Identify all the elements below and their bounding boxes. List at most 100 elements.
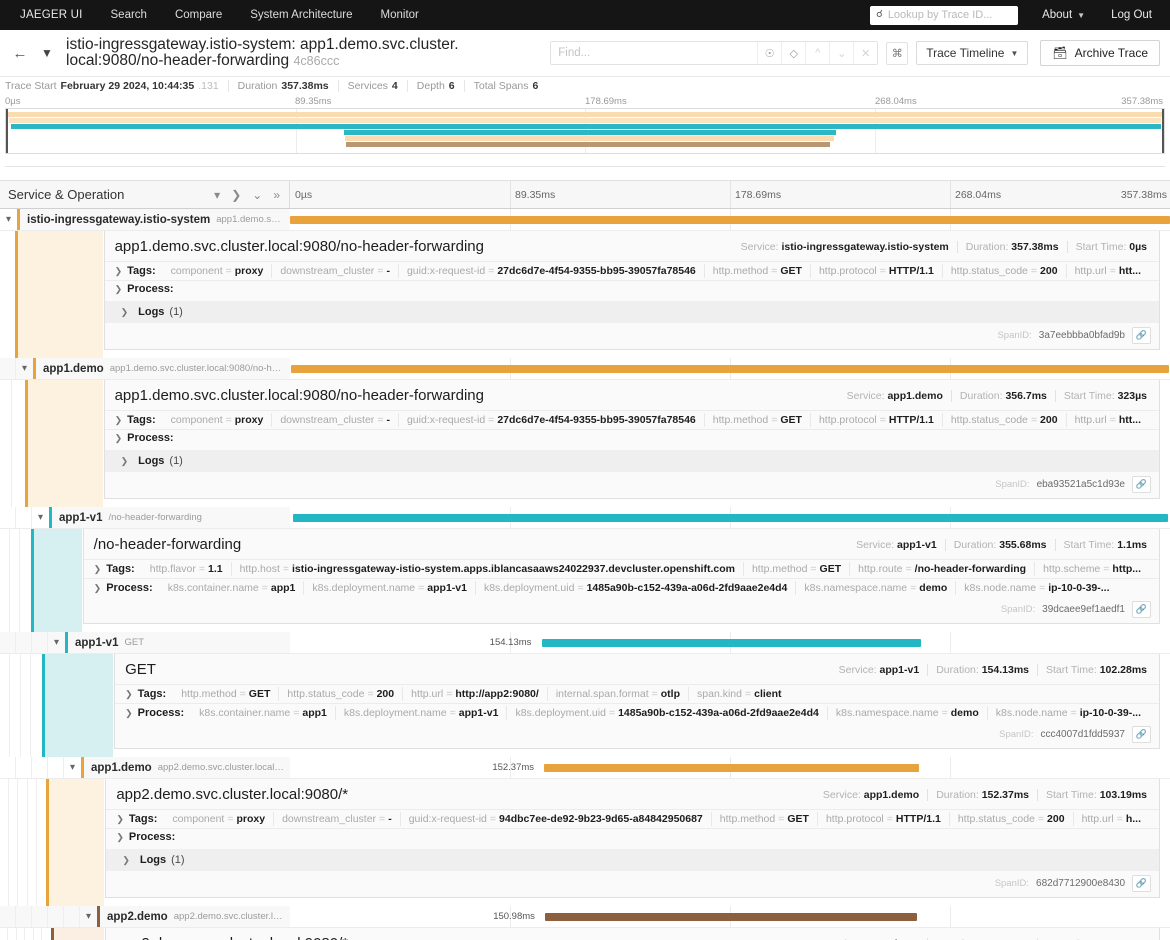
span-name-wrapper[interactable]: app1-v1/no-header-forwarding [49, 507, 290, 528]
span-row-label-cell[interactable]: ▾app1-v1/no-header-forwarding [0, 507, 290, 528]
minimap-drag-handle-right[interactable] [1162, 109, 1164, 153]
keyboard-shortcuts-button[interactable]: ⌘ [886, 42, 908, 65]
span-row-label-cell[interactable]: ▾app1.demoapp2.demo.svc.cluster.local:90… [0, 757, 290, 778]
trace-id-lookup-input[interactable]: ☌ Lookup by Trace ID... [870, 6, 1018, 25]
expand-one-icon[interactable]: ❯ [231, 188, 241, 202]
nav-item-system-architecture[interactable]: System Architecture [236, 9, 366, 21]
collapse-one-icon[interactable]: ▾ [214, 188, 220, 202]
span-bar-cell[interactable]: 154.13ms [290, 632, 1170, 653]
find-input[interactable] [551, 42, 757, 64]
table-row[interactable]: ▾app1.demoapp2.demo.svc.cluster.local:90… [0, 757, 1170, 779]
tags-row[interactable]: ❯Tags:component=proxydownstream_cluster=… [105, 410, 1159, 429]
span-bar[interactable] [544, 764, 919, 772]
expand-section-icon[interactable]: ❯ [115, 433, 123, 444]
span-bar-cell[interactable] [290, 358, 1170, 379]
span-bar-cell[interactable]: 152.37ms [290, 757, 1170, 778]
span-bar[interactable] [545, 913, 916, 921]
process-row[interactable]: ❯Process:k8s.container.name=app1k8s.depl… [84, 578, 1159, 597]
process-row[interactable]: ❯Process:k8s.container.name=app1k8s.depl… [115, 703, 1159, 722]
copy-link-icon[interactable]: 🔗 [1132, 327, 1151, 344]
span-bar-cell[interactable]: 150.98ms [290, 906, 1170, 927]
tag-key: k8s.namespace.name [804, 582, 907, 594]
tags-row[interactable]: ❯Tags:component=proxydownstream_cluster=… [105, 261, 1159, 280]
table-row[interactable]: ▾istio-ingressgateway.istio-systemapp1.d… [0, 209, 1170, 231]
table-row[interactable]: ▾app1-v1GET154.13ms [0, 632, 1170, 654]
chevron-down-icon[interactable]: ▾ [64, 762, 81, 773]
span-bar[interactable] [293, 514, 1169, 522]
minimap-drag-handle-left[interactable] [6, 109, 8, 153]
chevron-down-icon[interactable]: ▾ [0, 214, 17, 225]
chevron-down-icon[interactable]: ▾ [80, 911, 97, 922]
detail-panel-cell: GETService: app1-v1Duration: 154.13msSta… [113, 654, 1170, 757]
expand-all-icon[interactable]: » [273, 188, 280, 202]
expand-logs-icon[interactable]: ❯ [122, 855, 130, 866]
span-name-wrapper[interactable]: app1-v1GET [65, 632, 290, 653]
span-row-label-cell[interactable]: ▾istio-ingressgateway.istio-systemapp1.d… [0, 209, 290, 230]
span-row-label-cell[interactable]: ▾app1-v1GET [0, 632, 290, 653]
help-icon[interactable]: ☉ [757, 42, 781, 65]
span-bar[interactable] [291, 365, 1169, 373]
expand-section-icon[interactable]: ❯ [115, 415, 123, 426]
nav-item-compare[interactable]: Compare [161, 9, 236, 21]
tag-pair: http.url=http://app2:9080/ [403, 687, 548, 701]
table-row[interactable]: ▾app1.demoapp1.demo.svc.cluster.local:90… [0, 358, 1170, 380]
nav-item-search[interactable]: Search [97, 9, 161, 21]
expand-section-icon[interactable]: ❯ [115, 284, 123, 295]
table-row[interactable]: ▾app1-v1/no-header-forwarding [0, 507, 1170, 529]
span-row-label-cell[interactable]: ▾app2.demoapp2.demo.svc.cluster.local:90… [0, 906, 290, 927]
span-bar[interactable] [290, 216, 1170, 224]
expand-section-icon[interactable]: ❯ [125, 689, 133, 700]
expand-section-icon[interactable]: ❯ [116, 814, 124, 825]
expand-section-icon[interactable]: ❯ [115, 266, 123, 277]
next-match-icon[interactable]: ⌄ [829, 42, 853, 65]
chevron-down-icon[interactable]: ▾ [16, 363, 33, 374]
expand-logs-icon[interactable]: ❯ [121, 307, 129, 318]
equals-sign: = [880, 265, 886, 277]
jaeger-logo[interactable]: JAEGER UI [8, 9, 97, 21]
tags-row[interactable]: ❯Tags:http.method=GEThttp.status_code=20… [115, 684, 1159, 703]
copy-link-icon[interactable]: 🔗 [1132, 601, 1151, 618]
span-name-wrapper[interactable]: istio-ingressgateway.istio-systemapp1.de… [17, 209, 290, 230]
tag-key: k8s.container.name [168, 582, 259, 594]
collapse-all-icon[interactable]: ⌄ [252, 188, 262, 202]
prev-match-icon[interactable]: ^ [805, 42, 829, 65]
logs-section[interactable]: ❯Logs(1) [106, 849, 1159, 871]
trace-minimap[interactable]: 0µs 89.35ms 178.69ms 268.04ms 357.38ms [0, 94, 1170, 162]
process-row[interactable]: ❯Process: [105, 280, 1159, 297]
logs-section[interactable]: ❯Logs(1) [105, 450, 1159, 472]
copy-link-icon[interactable]: 🔗 [1132, 875, 1151, 892]
span-row-label-cell[interactable]: ▾app1.demoapp1.demo.svc.cluster.local:90… [0, 358, 290, 379]
expand-logs-icon[interactable]: ❯ [121, 456, 129, 467]
process-row[interactable]: ❯Process: [106, 828, 1159, 845]
axis-tick-2: 178.69ms [735, 189, 781, 201]
chevron-down-icon[interactable]: ▾ [32, 512, 49, 523]
archive-trace-button[interactable]: 🗃 Archive Trace [1040, 40, 1160, 66]
span-bar-cell[interactable] [290, 507, 1170, 528]
copy-link-icon[interactable]: 🔗 [1132, 476, 1151, 493]
back-button[interactable]: ← [6, 39, 34, 67]
minimap-body[interactable] [5, 108, 1165, 154]
view-mode-select[interactable]: Trace Timeline ▼ [916, 41, 1028, 65]
nav-item-logout[interactable]: Log Out [1095, 9, 1162, 21]
span-bar-cell[interactable] [290, 209, 1170, 230]
span-name-wrapper[interactable]: app1.demoapp2.demo.svc.cluster.local:908… [81, 757, 290, 778]
expand-header-toggle[interactable]: ▼ [34, 46, 60, 60]
copy-link-icon[interactable]: 🔗 [1132, 726, 1151, 743]
nav-item-about[interactable]: About ▼ [1032, 9, 1095, 21]
table-row[interactable]: ▾app2.demoapp2.demo.svc.cluster.local:90… [0, 906, 1170, 928]
tags-row[interactable]: ❯Tags:http.flavor=1.1http.host=istio-ing… [84, 559, 1159, 578]
focus-matches-icon[interactable]: ◇ [781, 42, 805, 65]
tags-row[interactable]: ❯Tags:component=proxydownstream_cluster=… [106, 809, 1159, 828]
logs-section[interactable]: ❯Logs(1) [105, 301, 1159, 323]
process-row[interactable]: ❯Process: [105, 429, 1159, 446]
expand-section-icon[interactable]: ❯ [125, 708, 133, 719]
expand-section-icon[interactable]: ❯ [94, 583, 102, 594]
expand-section-icon[interactable]: ❯ [94, 564, 102, 575]
span-bar[interactable] [542, 639, 921, 647]
span-name-wrapper[interactable]: app1.demoapp1.demo.svc.cluster.local:908… [33, 358, 290, 379]
clear-find-icon[interactable]: ✕ [853, 42, 877, 65]
chevron-down-icon[interactable]: ▾ [48, 637, 65, 648]
span-name-wrapper[interactable]: app2.demoapp2.demo.svc.cluster.local:908… [97, 906, 290, 927]
nav-item-monitor[interactable]: Monitor [367, 9, 433, 21]
expand-section-icon[interactable]: ❯ [116, 832, 124, 843]
